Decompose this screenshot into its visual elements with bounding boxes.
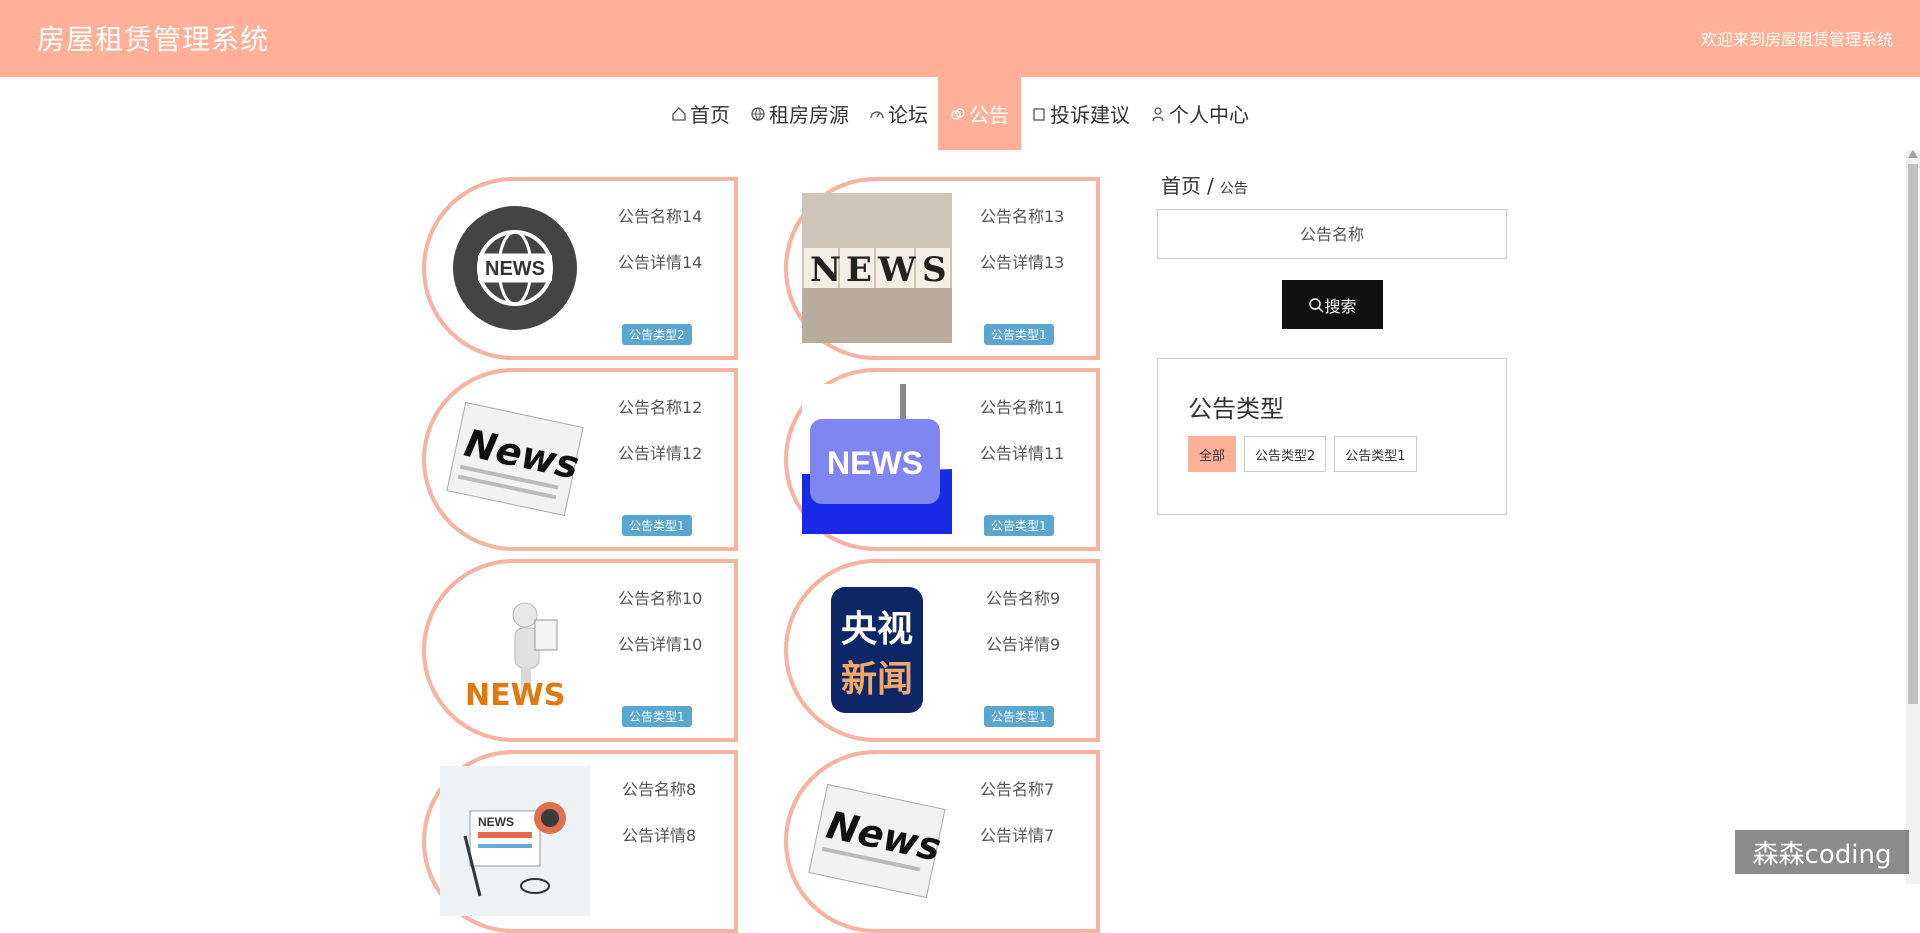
news-dice-photo: N E W S <box>802 193 952 343</box>
panel-title: 公告类型 <box>1188 395 1284 423</box>
dashboard-icon <box>870 110 884 118</box>
filter-type-2[interactable]: 公告类型2 <box>1244 436 1327 472</box>
notice-card[interactable]: NEWS 公告名称8 公告详情8 <box>422 750 738 933</box>
notice-title[interactable]: 公告名称13 <box>980 203 1064 227</box>
link-icon <box>951 107 965 120</box>
search-button-label: 搜索 <box>1324 296 1357 316</box>
scroll-up-arrow-icon[interactable] <box>1908 150 1918 158</box>
nav-item-complaints[interactable]: 投诉建议 <box>1021 77 1140 150</box>
scrollbar-thumb[interactable] <box>1908 164 1918 704</box>
nav-label: 个人中心 <box>1169 103 1249 127</box>
notice-type-badge: 公告类型1 <box>984 324 1054 345</box>
nav-label: 首页 <box>690 103 730 127</box>
notice-card[interactable]: News 公告名称7 公告详情7 <box>784 750 1100 933</box>
notice-detail: 公告详情9 <box>986 635 1061 654</box>
breadcrumb: 首页 / 公告 <box>1161 170 1248 199</box>
breadcrumb-home[interactable]: 首页 <box>1161 174 1201 198</box>
main-nav: 首页 租房房源 论坛 公告 投诉建议 个人中心 <box>0 77 1920 150</box>
svg-text:新闻: 新闻 <box>841 659 913 700</box>
nav-item-listings[interactable]: 租房房源 <box>740 77 859 150</box>
notice-type-badge: 公告类型1 <box>622 706 692 727</box>
svg-text:S: S <box>922 250 947 290</box>
page-scrollbar[interactable] <box>1906 150 1920 884</box>
newspaper-icon: News <box>440 384 590 534</box>
type-filters: 全部 公告类型2 公告类型1 <box>1188 436 1417 472</box>
svg-text:央视: 央视 <box>841 609 913 650</box>
cctv-news-logo: 央视 新闻 <box>802 575 952 725</box>
welcome-text: 欢迎来到房屋租赁管理系统 <box>1700 30 1893 49</box>
nav-item-profile[interactable]: 个人中心 <box>1140 77 1259 150</box>
notice-title[interactable]: 公告名称9 <box>986 585 1060 609</box>
notice-detail: 公告详情8 <box>622 826 697 845</box>
top-header: 房屋租赁管理系统 欢迎来到房屋租赁管理系统 <box>0 0 1920 77</box>
nav-item-home[interactable]: 首页 <box>661 77 740 150</box>
notice-title[interactable]: 公告名称14 <box>618 203 702 227</box>
video-watermark: 森森coding <box>1735 830 1909 874</box>
notice-type-badge: 公告类型1 <box>622 515 692 536</box>
globe-news-icon: NEWS <box>440 193 590 343</box>
newspaper-icon: News <box>802 766 952 916</box>
svg-text:NEWS: NEWS <box>478 815 514 829</box>
notice-title[interactable]: 公告名称11 <box>980 394 1064 418</box>
notice-detail: 公告详情10 <box>618 635 703 654</box>
notice-type-badge: 公告类型1 <box>984 706 1054 727</box>
notice-card[interactable]: NEWS 公告名称11 公告详情11 公告类型1 <box>784 368 1100 551</box>
notice-card[interactable]: 央视 新闻 公告名称9 公告详情9 公告类型1 <box>784 559 1100 742</box>
search-input[interactable] <box>1157 209 1507 259</box>
user-icon <box>1152 106 1164 121</box>
nav-label: 公告 <box>969 103 1009 127</box>
breadcrumb-current: 公告 <box>1219 181 1248 197</box>
search-icon <box>1309 297 1325 313</box>
nav-label: 投诉建议 <box>1050 103 1130 127</box>
filter-all[interactable]: 全部 <box>1188 436 1237 472</box>
svg-text:W: W <box>877 250 917 290</box>
nav-label: 租房房源 <box>769 103 849 127</box>
notice-detail: 公告详情13 <box>980 253 1065 272</box>
notice-card[interactable]: News 公告名称12 公告详情12 公告类型1 <box>422 368 738 551</box>
nav-item-forum[interactable]: 论坛 <box>859 77 938 150</box>
notice-type-badge: 公告类型1 <box>984 515 1054 536</box>
nav-label: 论坛 <box>888 103 928 127</box>
reading-man-news: NEWS <box>440 575 590 725</box>
svg-text:N: N <box>810 250 841 290</box>
search-button[interactable]: 搜索 <box>1282 280 1383 329</box>
notice-type-panel: 公告类型 全部 公告类型2 公告类型1 <box>1157 358 1507 515</box>
notice-detail: 公告详情7 <box>980 826 1055 845</box>
notice-type-badge: 公告类型2 <box>622 324 692 345</box>
nav-item-notice[interactable]: 公告 <box>938 77 1021 150</box>
svg-text:NEWS: NEWS <box>485 258 545 280</box>
svg-text:NEWS: NEWS <box>827 445 923 481</box>
notice-title[interactable]: 公告名称7 <box>980 776 1054 800</box>
notice-detail: 公告详情11 <box>980 444 1065 463</box>
news-keyboard-key: NEWS <box>802 384 952 534</box>
globe-icon <box>751 106 765 121</box>
notice-title[interactable]: 公告名称10 <box>618 585 702 609</box>
notice-detail: 公告详情14 <box>618 253 703 272</box>
brand-title[interactable]: 房屋租赁管理系统 <box>37 18 269 58</box>
notice-detail: 公告详情12 <box>618 444 703 463</box>
notice-card[interactable]: N E W S 公告名称13 公告详情13 公告类型1 <box>784 177 1100 360</box>
home-icon <box>672 106 686 121</box>
notice-title[interactable]: 公告名称8 <box>622 776 696 800</box>
svg-text:E: E <box>846 250 872 290</box>
news-desk-illustration: NEWS <box>440 766 590 916</box>
breadcrumb-separator: / <box>1207 174 1214 198</box>
notice-title[interactable]: 公告名称12 <box>618 394 702 418</box>
filter-type-1[interactable]: 公告类型1 <box>1334 436 1417 472</box>
svg-text:NEWS: NEWS <box>465 678 565 713</box>
notice-card[interactable]: NEWS 公告名称10 公告详情10 公告类型1 <box>422 559 738 742</box>
notice-card[interactable]: NEWS 公告名称14 公告详情14 公告类型2 <box>422 177 738 360</box>
square-icon <box>1033 107 1045 121</box>
